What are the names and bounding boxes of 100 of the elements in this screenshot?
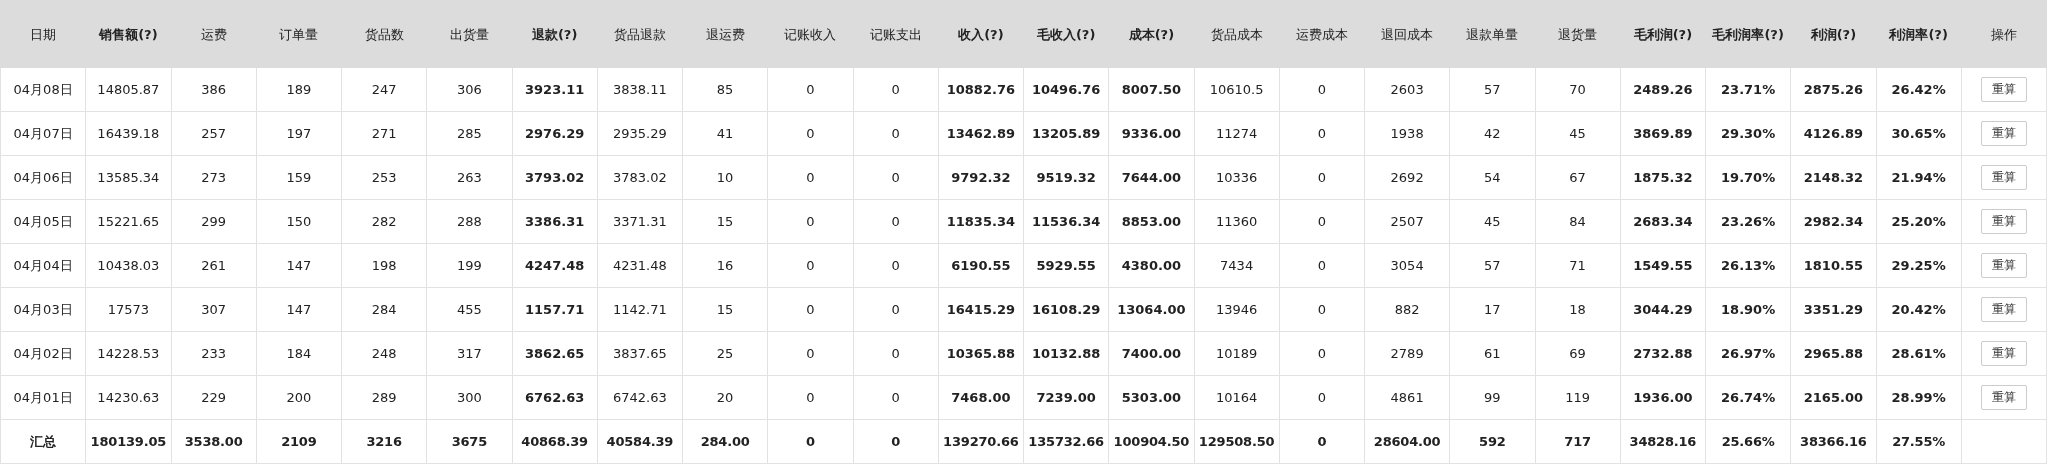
table-cell: 3371.31 xyxy=(597,199,683,244)
table-cell: 253 xyxy=(341,155,427,200)
table-cell: 3044.29 xyxy=(1620,287,1706,332)
table-cell: 6190.55 xyxy=(938,243,1024,288)
recalculate-button[interactable]: 重算 xyxy=(1980,165,2027,190)
table-cell: 99 xyxy=(1449,375,1535,420)
table-cell: 16415.29 xyxy=(938,287,1024,332)
table-cell: 2109 xyxy=(256,419,342,464)
column-header: 退货量 xyxy=(1535,0,1621,68)
table-cell: 69 xyxy=(1535,331,1621,376)
table-cell: 3793.02 xyxy=(512,155,598,200)
table-cell: 5929.55 xyxy=(1023,243,1109,288)
table-cell: 14805.87 xyxy=(85,67,171,112)
table-cell: 306 xyxy=(426,67,512,112)
table-cell: 57 xyxy=(1449,243,1535,288)
table-cell: 29.30% xyxy=(1705,111,1791,156)
table-cell: 150 xyxy=(256,199,342,244)
table-cell: 3862.65 xyxy=(512,331,598,376)
table-cell: 10132.88 xyxy=(1023,331,1109,376)
table-cell: 6742.63 xyxy=(597,375,683,420)
column-header: 货品数 xyxy=(341,0,427,68)
table-cell: 882 xyxy=(1364,287,1450,332)
table-cell: 0 xyxy=(767,199,853,244)
table-cell: 16108.29 xyxy=(1023,287,1109,332)
table-cell: 11536.34 xyxy=(1023,199,1109,244)
table-cell: 0 xyxy=(853,199,939,244)
table-cell: 147 xyxy=(256,287,342,332)
table-cell: 4380.00 xyxy=(1108,243,1194,288)
table-cell: 13064.00 xyxy=(1108,287,1194,332)
table-cell: 0 xyxy=(767,375,853,420)
table-cell: 10882.76 xyxy=(938,67,1024,112)
table-cell: 26.13% xyxy=(1705,243,1791,288)
recalculate-button[interactable]: 重算 xyxy=(1980,297,2027,322)
table-cell: 3216 xyxy=(341,419,427,464)
table-cell: 13205.89 xyxy=(1023,111,1109,156)
table-cell: 21.94% xyxy=(1876,155,1962,200)
table-cell: 2165.00 xyxy=(1790,375,1876,420)
table-cell: 16439.18 xyxy=(85,111,171,156)
column-header: 操作 xyxy=(1961,0,2047,68)
table-cell: 282 xyxy=(341,199,427,244)
table-cell: 0 xyxy=(853,111,939,156)
table-cell: 147 xyxy=(256,243,342,288)
table-cell: 28604.00 xyxy=(1364,419,1450,464)
table-cell: 10438.03 xyxy=(85,243,171,288)
table-cell: 17 xyxy=(1449,287,1535,332)
table-cell: 7400.00 xyxy=(1108,331,1194,376)
table-cell: 273 xyxy=(171,155,257,200)
table-cell: 04月06日 xyxy=(0,155,86,200)
table-cell: 84 xyxy=(1535,199,1621,244)
table-cell: 13585.34 xyxy=(85,155,171,200)
table-cell: 28.99% xyxy=(1876,375,1962,420)
table-cell: 28.61% xyxy=(1876,331,1962,376)
table-cell: 135732.66 xyxy=(1023,419,1109,464)
recalculate-button[interactable]: 重算 xyxy=(1980,253,2027,278)
table-cell: 54 xyxy=(1449,155,1535,200)
recalculate-button[interactable]: 重算 xyxy=(1980,77,2027,102)
table-cell: 14228.53 xyxy=(85,331,171,376)
column-header: 日期 xyxy=(0,0,86,68)
table-cell: 0 xyxy=(767,155,853,200)
column-header: 运费成本 xyxy=(1279,0,1365,68)
table-cell: 8853.00 xyxy=(1108,199,1194,244)
table-cell: 25.20% xyxy=(1876,199,1962,244)
recalculate-button[interactable]: 重算 xyxy=(1980,385,2027,410)
column-header: 出货量 xyxy=(426,0,512,68)
recalculate-button[interactable]: 重算 xyxy=(1980,121,2027,146)
table-cell: 0 xyxy=(767,243,853,288)
table-cell: 11360 xyxy=(1194,199,1280,244)
table-cell: 1157.71 xyxy=(512,287,598,332)
recalculate-button[interactable]: 重算 xyxy=(1980,341,2027,366)
table-cell: 18.90% xyxy=(1705,287,1791,332)
table-cell: 45 xyxy=(1535,111,1621,156)
table-cell: 10 xyxy=(682,155,768,200)
table-cell: 7644.00 xyxy=(1108,155,1194,200)
table-cell: 04月02日 xyxy=(0,331,86,376)
table-cell: 2507 xyxy=(1364,199,1450,244)
table-cell: 0 xyxy=(853,419,939,464)
column-header: 记账收入 xyxy=(767,0,853,68)
table-cell: 04月01日 xyxy=(0,375,86,420)
table-cell: 11274 xyxy=(1194,111,1280,156)
table-cell: 6762.63 xyxy=(512,375,598,420)
table-cell: 2982.34 xyxy=(1790,199,1876,244)
table-cell: 70 xyxy=(1535,67,1621,112)
table-cell: 15 xyxy=(682,287,768,332)
table-cell: 2692 xyxy=(1364,155,1450,200)
table-cell: 199 xyxy=(426,243,512,288)
table-cell: 3351.29 xyxy=(1790,287,1876,332)
table-cell: 180139.05 xyxy=(85,419,171,464)
column-header: 记账支出 xyxy=(853,0,939,68)
table-cell: 3054 xyxy=(1364,243,1450,288)
table-cell: 15 xyxy=(682,199,768,244)
table-cell: 1810.55 xyxy=(1790,243,1876,288)
table-cell: 7434 xyxy=(1194,243,1280,288)
table-cell: 2789 xyxy=(1364,331,1450,376)
table-cell: 300 xyxy=(426,375,512,420)
table-cell: 0 xyxy=(767,111,853,156)
column-header: 收入(?) xyxy=(938,0,1024,68)
table-cell: 9519.32 xyxy=(1023,155,1109,200)
recalculate-button[interactable]: 重算 xyxy=(1980,209,2027,234)
table-cell: 7239.00 xyxy=(1023,375,1109,420)
table-cell: 2935.29 xyxy=(597,111,683,156)
